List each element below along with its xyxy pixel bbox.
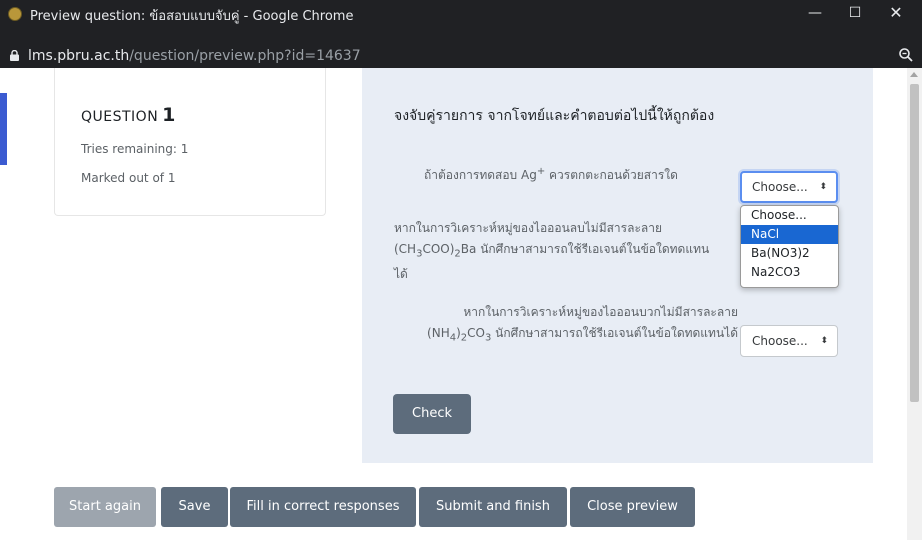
stem1-sup: +	[536, 166, 546, 177]
scroll-up-arrow-icon[interactable]	[910, 72, 918, 77]
question-info-card: QUESTION 1 Tries remaining: 1 Marked out …	[54, 68, 326, 216]
check-button[interactable]: Check	[393, 394, 471, 434]
address-bar[interactable]: lms.pbru.ac.th/question/preview.php?id=1…	[0, 44, 922, 68]
option-nacl[interactable]: NaCl	[741, 225, 838, 244]
question-prompt: จงจับคู่รายการ จากโจทย์และคำตอบต่อไปนี้ใ…	[394, 108, 715, 124]
start-again-button[interactable]: Start again	[54, 487, 156, 527]
page-viewport: QUESTION 1 Tries remaining: 1 Marked out …	[0, 68, 922, 540]
match-stem-1: ถ้าต้องการทดสอบ Ag+ ควรตกตะกอนด้วยสารใด	[424, 161, 724, 186]
url-path: /question/preview.php?id=14637	[129, 48, 361, 64]
lock-icon	[10, 50, 19, 61]
stem2-p1: (CH	[394, 242, 417, 256]
match-stem-3: หากในการวิเคราะห์หมู่ของไอออนบวกไม่มีสาร…	[398, 302, 738, 348]
chevron-updown-icon: ⬍	[820, 336, 828, 346]
window-title: Preview question: ข้อสอบแบบจับคู่ - Goog…	[30, 9, 354, 24]
stem3-p4: นักศึกษาสามารถใช้รีเอเจนต์ในข้อใดทดแทนได…	[491, 326, 738, 340]
chevron-updown-icon: ⬍	[819, 182, 827, 192]
stem1-text-after: ควรตกตะกอนด้วยสารใด	[545, 168, 678, 182]
question-actions: Start again Save Fill in correct respons…	[54, 487, 704, 527]
vertical-scrollbar[interactable]	[907, 68, 922, 540]
question-heading: QUESTION 1	[81, 104, 176, 126]
scrollbar-thumb[interactable]	[910, 84, 919, 402]
option-ba-no3-2[interactable]: Ba(NO3)2	[741, 244, 838, 263]
browser-title-bar: Preview question: ข้อสอบแบบจับคู่ - Goog…	[0, 0, 922, 44]
left-accent-bar	[0, 93, 7, 165]
minimize-button[interactable]: —	[795, 2, 835, 24]
close-window-button[interactable]: ✕	[876, 2, 916, 24]
stem3-p3: CO	[467, 326, 485, 340]
select1-value: Choose...	[752, 180, 808, 194]
stem3-p1: (NH	[427, 326, 450, 340]
close-preview-button[interactable]: Close preview	[570, 487, 695, 527]
question-content: จงจับคู่รายการ จากโจทย์และคำตอบต่อไปนี้ใ…	[362, 68, 873, 463]
stem2-p3: Ba นักศึกษาสามารถใช้รีเอเจนต์ในข้อใดทดแท…	[460, 242, 710, 256]
stem2-line3: ได้	[394, 267, 408, 282]
save-button[interactable]: Save	[161, 487, 228, 527]
option-na2co3[interactable]: Na2CO3	[741, 263, 838, 282]
match-stem-2: หากในการวิเคราะห์หมู่ของไอออนลบไม่มีสารล…	[394, 218, 739, 285]
select3-value: Choose...	[752, 334, 808, 348]
match-select-3[interactable]: Choose... ⬍	[740, 325, 838, 357]
submit-and-finish-button[interactable]: Submit and finish	[419, 487, 567, 527]
match-select-1[interactable]: Choose... ⬍	[740, 171, 838, 203]
stem3-line1: หากในการวิเคราะห์หมู่ของไอออนบวกไม่มีสาร…	[463, 305, 738, 319]
url-host: lms.pbru.ac.th	[28, 48, 130, 64]
url-text[interactable]: lms.pbru.ac.th/question/preview.php?id=1…	[28, 44, 361, 68]
stem2-line1: หากในการวิเคราะห์หมู่ของไอออนลบไม่มีสารล…	[394, 221, 663, 235]
maximize-button[interactable]: ☐	[835, 2, 875, 24]
option-choose[interactable]: Choose...	[741, 206, 838, 225]
zoom-icon[interactable]	[898, 47, 914, 63]
university-seal-icon	[8, 7, 22, 21]
stem1-text: ถ้าต้องการทดสอบ Ag	[424, 168, 537, 182]
marked-out-of: Marked out of 1	[81, 171, 176, 185]
select-options-dropdown[interactable]: Choose... NaCl Ba(NO3)2 Na2CO3	[740, 205, 839, 288]
stem2-p2: COO)	[422, 242, 455, 256]
question-label: QUESTION	[81, 109, 159, 125]
question-number: 1	[162, 104, 176, 126]
tries-remaining: Tries remaining: 1	[81, 142, 189, 156]
fill-correct-responses-button[interactable]: Fill in correct responses	[230, 487, 416, 527]
